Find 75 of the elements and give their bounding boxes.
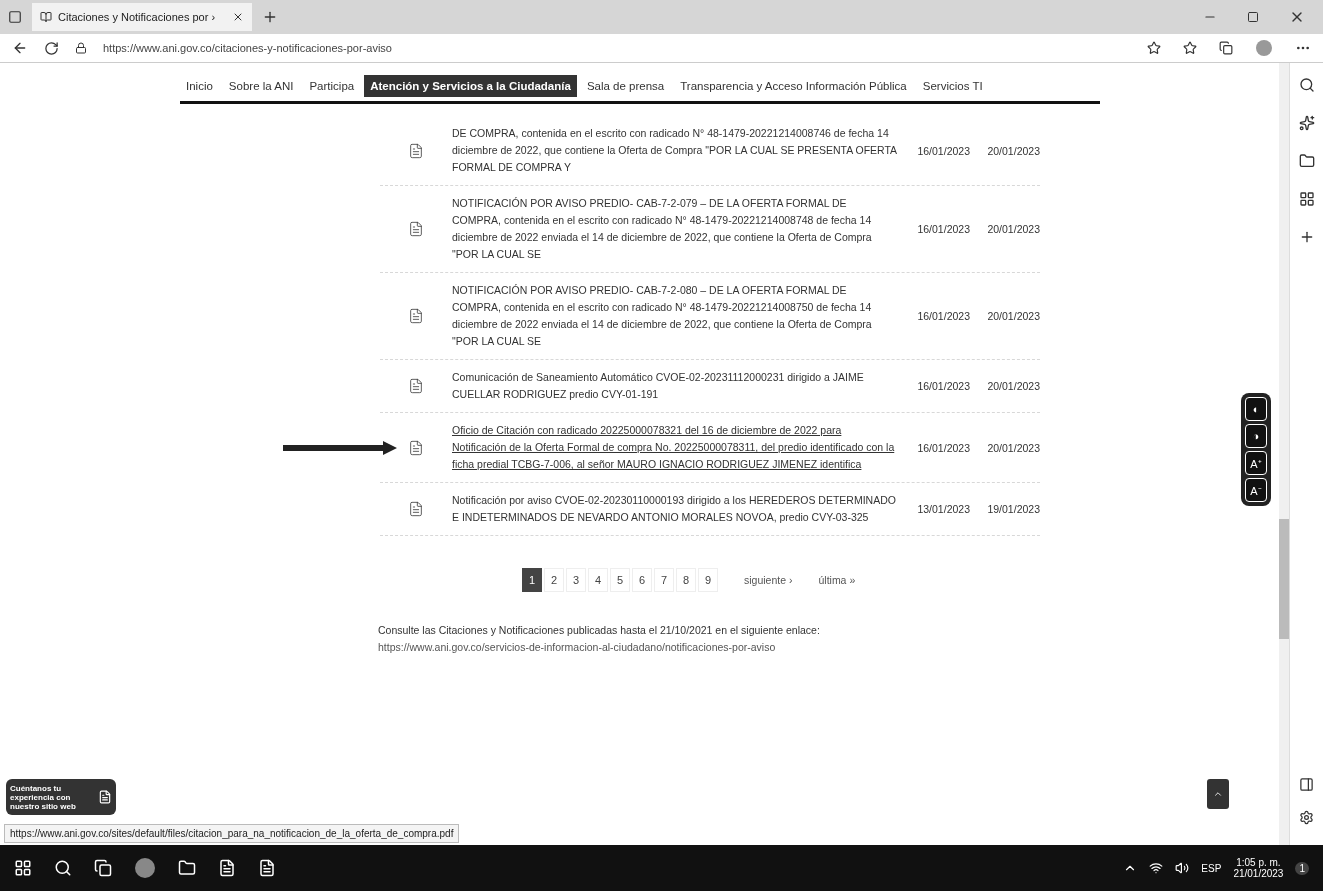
document-title: DE COMPRA, contenida en el escrito con radicado N° 48-1479-20221214008746 de fecha 14 diciembre de 2022, que contiene la Oferta de Compra "POR LA CUAL SE PRESENTA OFERTA FORMAL DE COMPRA Y [452,126,897,175]
end-date: 20/01/2023 [987,144,1040,157]
accessibility-button[interactable]: A⁻ [1245,478,1267,502]
search-icon[interactable] [54,859,72,877]
page-link[interactable]: 7 [654,568,674,592]
document-title: Comunicación de Saneamiento Automático CVOE-02-20231112000231 dirigido a JAIME CUELLAR RODRIGUEZ predio CVY-01-191 [452,370,865,402]
accessibility-button[interactable]: ◐ [1245,397,1267,421]
notification-badge[interactable]: 1 [1295,861,1309,875]
volume-icon[interactable] [1175,861,1190,875]
document-title: NOTIFICACIÓN POR AVISO PREDIO- CAB-7-2-079 – DE LA OFERTA FORMAL DE COMPRA, contenida en el escrito con radicado N° 48-1479-20221214008748 de fecha 14 diciembre de 2022 enviada el 14 de diciembre de 2022, que contiene la Oferta de Compra "POR LA CUAL SE [452,196,873,262]
collections-icon[interactable] [1219,41,1233,55]
scrollbar-thumb[interactable] [1279,519,1289,639]
publication-date: 16/01/2023 [917,441,970,454]
close-icon[interactable] [232,11,244,23]
clock[interactable]: 1:05 p. m. 21/01/2023 [1233,857,1284,879]
new-tab-icon[interactable] [262,9,278,25]
page-link[interactable]: 4 [588,568,608,592]
status-url: https://www.ani.gov.co/sites/default/files/citacion_para_na_notificacion_de_la_oferta_de_compra.pdf [4,824,460,843]
publication-date: 16/01/2023 [917,380,970,392]
accessibility-button[interactable]: ◑ [1245,424,1267,448]
end-date: 19/01/2023 [987,503,1040,515]
feedback-badge[interactable]: Cuéntanos tu experiencia con nuestro sitio web [6,779,116,815]
footer-text: Consulte las Citaciones y Notificaciones publicadas hasta el 21/10/2021 en el siguiente enlace: [378,623,821,638]
next-page-link[interactable]: siguiente › [744,574,793,586]
document-icon[interactable] [258,859,276,877]
wifi-icon[interactable] [1149,861,1164,875]
form-icon [98,790,112,804]
sidebar-icon[interactable] [1299,777,1314,792]
document-title: NOTIFICACIÓN POR AVISO PREDIO- CAB-7-2-080 – DE LA OFERTA FORMAL DE COMPRA, contenida en el escrito con radicado N° 48-1479-20221214008750 de fecha 14 diciembre de 2022 enviada el 14 de diciembre de 2022, que contiene la Oferta de Compra "POR LA CUAL SE [452,283,873,349]
document-title: Notificación por aviso CVOE-02-20230110000193 dirigido a los HEREDEROS DETERMINADO E INDETERMINADOS DE NEVARDO ANTONIO MORALES NOVOA, predio CVY-03-325 [452,493,897,525]
publication-date: 13/01/2023 [917,503,970,515]
scroll-top-button[interactable] [1207,779,1229,809]
page-link[interactable]: 8 [676,568,696,592]
end-date: 20/01/2023 [987,380,1040,392]
nav-link[interactable]: Sobre la ANI [222,75,300,97]
address-field[interactable]: https://www.ani.gov.co/citaciones-y-notificaciones-por-aviso [103,42,392,54]
tab-actions-icon[interactable] [8,10,22,24]
nav-link[interactable]: Servicios TI [916,75,989,97]
language-indicator[interactable]: ESP [1201,862,1222,874]
search-icon[interactable] [1298,77,1315,93]
browser-tab[interactable]: Citaciones y Notificaciones por › [32,3,252,31]
end-date: 20/01/2023 [987,310,1040,322]
maximize-icon[interactable] [1247,9,1259,25]
profile-icon[interactable] [1255,39,1273,57]
sparkle-icon[interactable] [1298,115,1315,131]
publication-date: 16/01/2023 [917,144,970,157]
favorites-icon[interactable] [1183,41,1197,55]
nav-link[interactable]: Atención y Servicios a la Ciudadanía [364,75,577,97]
end-date: 20/01/2023 [987,223,1040,235]
document-link[interactable]: Oficio de Citación con radicado 20225000078321 del 16 de diciembre de 2022 para Notificación de la Oferta Formal de compra No. 20225000078311, del predio identificado con la ficha predial TCBG-7-006, al señor MAURO IGNACIO RODRIGUEZ JIMENEZ identifica [452,422,897,473]
site-icon [40,11,52,23]
nav-link[interactable]: Participa [303,75,361,97]
settings-icon[interactable] [1299,810,1314,825]
publication-date: 16/01/2023 [917,223,970,235]
page-link[interactable]: 6 [632,568,652,592]
page-link[interactable]: 5 [610,568,630,592]
star-icon[interactable] [1147,41,1161,55]
last-page-link[interactable]: última » [818,574,856,586]
back-icon[interactable] [12,40,28,56]
page-link[interactable]: 2 [544,568,564,592]
windows-icon[interactable] [14,859,32,877]
page-link[interactable]: 9 [698,568,718,592]
end-date: 20/01/2023 [987,441,1040,454]
nav-link[interactable]: Transparencia y Acceso Información Pública [674,75,913,97]
task-view-icon[interactable] [94,859,112,877]
nav-link[interactable]: Inicio [180,75,219,97]
publication-date: 16/01/2023 [917,310,970,322]
refresh-icon[interactable] [44,40,59,56]
footer-link[interactable]: https://www.ani.gov.co/servicios-de-informacion-al-ciudadano/notificaciones-por-aviso [378,639,1108,656]
page-link[interactable]: 1 [522,568,542,592]
nav-link[interactable]: Sala de prensa [580,75,671,97]
accessibility-button[interactable]: A⁺ [1245,451,1267,475]
page-link[interactable]: 3 [566,568,586,592]
folder-icon[interactable] [178,859,196,877]
lock-icon [75,42,87,54]
